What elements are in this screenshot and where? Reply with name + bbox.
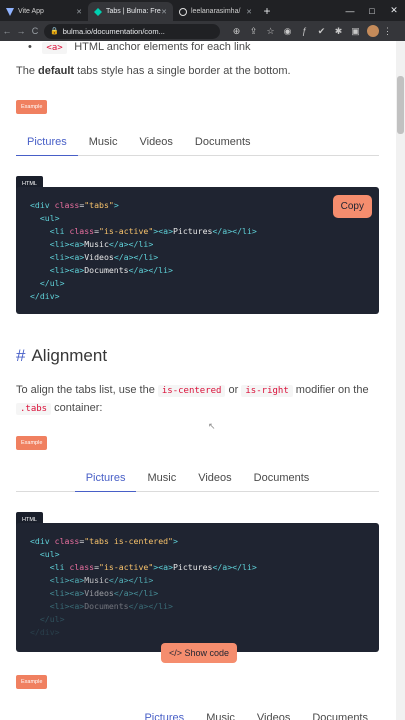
code-line: <li><a>Documents</a></li> (49, 601, 173, 611)
tab-documents[interactable]: Documents (243, 465, 321, 491)
code-line: <div class="tabs is-centered"> (30, 536, 178, 546)
tab-pictures[interactable]: Pictures (16, 129, 78, 156)
example-tag: Example (16, 675, 48, 689)
browser-tab-title: Tabs | Bulma: Fre (106, 8, 161, 15)
extension-check-icon[interactable]: ✔ (313, 26, 330, 37)
bookmark-star-icon[interactable]: ☆ (262, 26, 279, 37)
url-text: bulma.io/documentation/com... (62, 26, 165, 36)
browser-tab-title: leelanarasimha/ (191, 8, 241, 15)
anchor-hash-link[interactable]: # (16, 346, 25, 365)
browser-tab-title: Vite App (18, 8, 44, 15)
tab-music[interactable]: Music (136, 465, 187, 491)
extension-f-icon[interactable]: ƒ (296, 26, 313, 36)
browser-tab-vite[interactable]: Vite App ✕ (0, 2, 88, 21)
tab-videos[interactable]: Videos (246, 705, 301, 720)
back-button[interactable]: ← (0, 26, 14, 36)
share-icon[interactable]: ⇪ (245, 26, 262, 37)
browser-tab-bulma[interactable]: Tabs | Bulma: Fre ✕ (88, 2, 173, 21)
tab-videos[interactable]: Videos (128, 129, 183, 155)
tab-documents[interactable]: Documents (184, 129, 262, 155)
code-block-1: <div class="tabs"> <ul> <li class="is-ac… (16, 187, 379, 314)
code-line: </div> (30, 627, 60, 637)
code-line: <li class="is-active"><a>Pictures</a></l… (49, 562, 257, 572)
mouse-cursor-icon: ↖ (208, 421, 216, 431)
forward-button[interactable]: → (14, 26, 28, 36)
code-line: </ul> (39, 614, 65, 624)
close-tab-icon[interactable]: ✕ (76, 8, 82, 16)
tab-music[interactable]: Music (78, 129, 129, 155)
copy-button[interactable]: Copy (332, 195, 372, 218)
code-block-2: <div class="tabs is-centered"> <ul> <li … (16, 523, 379, 652)
alignment-heading: # Alignment (16, 346, 379, 366)
demo-tabs-default: Pictures Music Videos Documents (16, 129, 379, 156)
code-line: </div> (30, 291, 60, 301)
code-line: <div class="tabs"> (30, 200, 119, 210)
browser-tab-strip: Vite App ✕ Tabs | Bulma: Fre ✕ leelanara… (0, 0, 405, 21)
tab-music[interactable]: Music (195, 705, 246, 720)
window-controls: — □ ✕ (339, 0, 405, 21)
example-section-1: Example (16, 95, 379, 114)
tab-videos[interactable]: Videos (187, 465, 242, 491)
close-tab-icon[interactable]: ✕ (246, 8, 252, 16)
close-tab-icon[interactable]: ✕ (161, 8, 167, 16)
code-line: <ul> (39, 549, 60, 559)
profile-avatar[interactable] (367, 25, 379, 37)
demo-tabs-right-partial: Pictures Music Videos Documents (32, 705, 379, 720)
new-tab-button[interactable]: + (258, 2, 276, 21)
example-tag: Example (16, 100, 48, 114)
vite-icon (6, 7, 14, 16)
example-section-2: Example (16, 431, 379, 450)
address-bar-row: ← → C 🔒 bulma.io/documentation/com... ⊕ … (0, 21, 405, 41)
bulma-icon (94, 7, 102, 16)
code-line: <li><a>Videos</a></li> (49, 588, 159, 598)
example-section-3: Example (16, 670, 379, 689)
bullet-text: HTML anchor elements for each link (74, 41, 251, 53)
zoom-icon[interactable]: ⊕ (228, 26, 245, 37)
reload-button[interactable]: C (28, 26, 42, 36)
inline-code-is-right: is-right (241, 385, 293, 397)
alignment-description: To align the tabs list, use the is-cente… (16, 384, 369, 415)
extensions-puzzle-icon[interactable]: ✱ (330, 26, 347, 37)
page-section-title: Alignment (31, 346, 108, 365)
default-bold: default (38, 65, 75, 77)
scrollbar-track[interactable] (396, 41, 405, 720)
lock-icon: 🔒 (50, 28, 59, 35)
show-code-button[interactable]: </> Show code (161, 643, 238, 663)
maximize-button[interactable]: □ (361, 6, 383, 16)
github-icon (179, 7, 187, 16)
default-description: The default tabs style has a single bord… (16, 65, 291, 77)
code-line: <ul> (39, 213, 60, 223)
inline-code-tabs: .tabs (16, 403, 52, 415)
tab-pictures[interactable]: Pictures (133, 705, 195, 720)
close-window-button[interactable]: ✕ (383, 5, 405, 16)
extension-chrome-icon[interactable]: ◉ (279, 26, 296, 37)
url-input[interactable]: 🔒 bulma.io/documentation/com... (44, 23, 220, 39)
inline-code-a: <a> (42, 42, 67, 54)
code-line: <li><a>Videos</a></li> (49, 252, 159, 262)
code-line: <li><a>Music</a></li> (49, 575, 154, 585)
tab-documents[interactable]: Documents (301, 705, 379, 720)
example-tag: Example (16, 436, 48, 450)
code-line: </ul> (39, 278, 65, 288)
menu-kebab-icon[interactable]: ⋮ (379, 26, 396, 37)
code-line: <li><a>Music</a></li> (49, 239, 154, 249)
bullet-dot: • (28, 41, 38, 53)
code-line: <li><a>Documents</a></li> (49, 265, 173, 275)
minimize-button[interactable]: — (339, 6, 361, 16)
browser-tab-github[interactable]: leelanarasimha/ ✕ (173, 2, 258, 21)
demo-tabs-centered: Pictures Music Videos Documents (16, 465, 379, 492)
tab-pictures[interactable]: Pictures (74, 465, 137, 492)
page-viewport: • <a> HTML anchor elements for each link… (0, 41, 405, 720)
bullet-anchor-elements: • <a> HTML anchor elements for each link (28, 41, 391, 55)
code-line: <li class="is-active"><a>Pictures</a></l… (49, 226, 257, 236)
sidepanel-icon[interactable]: ▣ (347, 26, 364, 37)
inline-code-is-centered: is-centered (157, 385, 226, 397)
scrollbar-thumb[interactable] (397, 76, 404, 134)
extensions-area: ⊕ ⇪ ☆ ◉ ƒ ✔ ✱ ▣ ⋮ (228, 25, 396, 37)
